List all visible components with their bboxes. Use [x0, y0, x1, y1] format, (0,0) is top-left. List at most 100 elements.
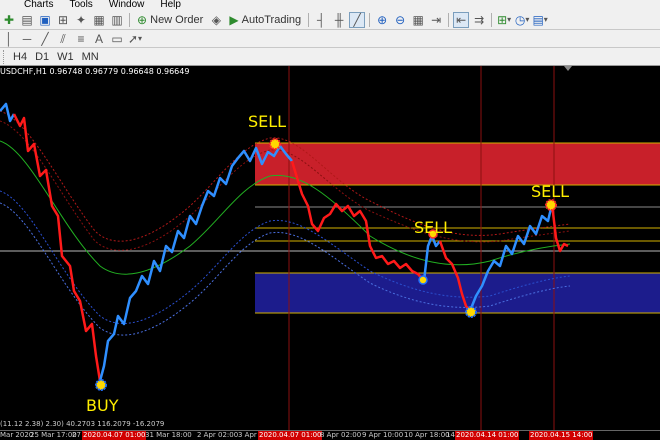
time-tick-highlight: 2020.04.07 01:00 [258, 431, 323, 440]
menu-bar: Charts Tools Window Help [0, 0, 660, 10]
folder-icon: ▤ [21, 12, 33, 27]
clock-icon: ◷ [514, 12, 526, 27]
toolbar-separator [491, 12, 493, 27]
toolbar-separator [308, 12, 310, 27]
vertical-line-icon: │ [5, 31, 13, 46]
price-line-up [0, 102, 16, 123]
menu-item-help[interactable]: Help [152, 0, 189, 10]
time-tick: Mar 2020 [0, 431, 34, 439]
label-tool-button[interactable]: ▭ [109, 31, 125, 47]
periods-button[interactable]: ◷ ▾ [514, 12, 530, 28]
price-chart[interactable] [0, 66, 660, 430]
menu-item-window[interactable]: Window [101, 0, 153, 10]
time-tick-highlight: 2020.04.14 01:00 [455, 431, 520, 440]
scroll-chart-button[interactable]: ⇥ [428, 12, 444, 28]
new-chart-button[interactable]: ✚ [1, 12, 17, 28]
line-chart-icon: ╱ [353, 12, 361, 27]
time-axis: Mar 2020 25 Mar 17:00 27 2020.04.07 01:0… [0, 430, 660, 440]
data-window-icon: ⊞ [57, 12, 69, 27]
chevron-down-icon: ▾ [138, 33, 143, 43]
arrows-button[interactable]: ➚ ▾ [127, 31, 143, 47]
new-order-icon: ⊕ [137, 12, 148, 27]
terminal-button[interactable]: ▦ [91, 12, 107, 28]
lower-band-outer [0, 202, 571, 336]
toolbar-separator [129, 12, 130, 27]
arrow-icon: ➚ [127, 31, 139, 46]
time-tick: 25 Mar 17:00 [30, 431, 77, 439]
vertical-line-button[interactable]: │ [1, 31, 17, 47]
market-watch-icon: ▣ [39, 12, 51, 27]
sell-signal-marker[interactable] [269, 138, 281, 150]
timeframe-d1[interactable]: D1 [32, 49, 52, 65]
zoom-in-icon: ⊕ [377, 12, 388, 27]
terminal-icon: ▦ [93, 12, 105, 27]
bar-chart-icon: ┤ [316, 12, 326, 27]
chevron-down-icon: ▾ [525, 14, 530, 24]
horizontal-line-icon: ─ [22, 31, 32, 46]
indicators-button[interactable]: ⊞ ▾ [496, 12, 512, 28]
sell-signal-label: SELL [414, 218, 453, 237]
sell-signal-marker[interactable] [545, 199, 557, 211]
buy-signal-marker[interactable] [95, 379, 107, 391]
standard-toolbar: ✚ ▤ ▣ ⊞ ✦ ▦ ▥ ⊕ New Order ◈ ▶ AutoTradin… [0, 10, 660, 30]
toolbar-separator [369, 12, 371, 27]
zoom-out-button[interactable]: ⊖ [392, 12, 408, 28]
bar-chart-button[interactable]: ┤ [313, 12, 329, 28]
zoom-out-icon: ⊖ [395, 12, 406, 27]
time-tick: 31 Mar 18:00 [145, 431, 192, 439]
horizontal-line-button[interactable]: ─ [19, 31, 35, 47]
chevron-down-icon: ▾ [543, 14, 548, 24]
autoscroll-button[interactable]: ⇉ [471, 12, 487, 28]
upper-band-inner [0, 120, 571, 251]
fibonacci-icon: ≡ [77, 31, 85, 46]
text-tool-button[interactable]: A [91, 31, 107, 47]
chart-window[interactable]: USDCHF,H1 0.96748 0.96779 0.96648 0.9664… [0, 66, 660, 430]
timeframe-w1[interactable]: W1 [54, 49, 77, 65]
sell-signal-label: SELL [248, 112, 287, 131]
time-tick-highlight: 2020.04.15 14:00 [529, 431, 594, 440]
tester-icon: ▥ [111, 12, 123, 27]
time-tick: 2 Apr 02:00 [197, 431, 239, 439]
chevron-down-icon: ▾ [507, 14, 512, 24]
chart-shift-marker[interactable] [564, 66, 572, 71]
time-tick: 8 Apr 02:00 [320, 431, 362, 439]
menu-item-charts[interactable]: Charts [16, 0, 61, 10]
scroll-icon: ⇥ [431, 12, 442, 27]
time-tick-highlight: 2020.04.07 01:00 [82, 431, 147, 440]
navigator-button[interactable]: ✦ [73, 12, 89, 28]
time-tick: 27 [72, 431, 81, 439]
toolbar-grip [3, 49, 6, 64]
trendline-button[interactable]: ╱ [37, 31, 53, 47]
new-chart-icon: ✚ [3, 12, 15, 27]
tile-icon: ▦ [412, 12, 424, 27]
data-window-button[interactable]: ⊞ [55, 12, 71, 28]
trendline-icon: ╱ [41, 31, 49, 46]
fibonacci-button[interactable]: ≡ [73, 31, 89, 47]
line-chart-button[interactable]: ╱ [349, 11, 366, 28]
price-line-down [12, 113, 102, 382]
indicator-readout: (11.12 2.38) 2.30) 40.2703 116.2079 -16.… [0, 420, 165, 428]
toolbar-separator [448, 12, 450, 27]
label-icon: ▭ [111, 31, 123, 46]
tester-button[interactable]: ▥ [109, 12, 125, 28]
candlestick-button[interactable]: ╫ [331, 12, 347, 28]
new-order-label: New Order [150, 13, 204, 26]
time-tick: 9 Apr 10:00 [362, 431, 404, 439]
timeframe-h4[interactable]: H4 [10, 49, 30, 65]
menu-item-tools[interactable]: Tools [61, 0, 100, 10]
metaeditor-button[interactable]: ◈ [208, 12, 224, 28]
channel-button[interactable]: ⫽ [55, 31, 71, 47]
chart-shift-button[interactable]: ⇤ [453, 11, 470, 28]
new-order-button[interactable]: ⊕ New Order [134, 12, 206, 28]
timeframe-mn[interactable]: MN [79, 49, 102, 65]
templates-button[interactable]: ▤ ▾ [532, 12, 548, 28]
zoom-in-button[interactable]: ⊕ [374, 12, 390, 28]
market-watch-button[interactable]: ▣ [37, 12, 53, 28]
buy-signal-marker[interactable] [465, 306, 477, 318]
indicators-icon: ⊞ [497, 12, 508, 27]
signal-marker[interactable] [418, 275, 428, 285]
chart-shift-icon: ⇤ [456, 12, 467, 27]
tile-windows-button[interactable]: ▦ [410, 12, 426, 28]
profiles-button[interactable]: ▤ [19, 12, 35, 28]
autotrading-button[interactable]: ▶ AutoTrading [226, 12, 304, 28]
